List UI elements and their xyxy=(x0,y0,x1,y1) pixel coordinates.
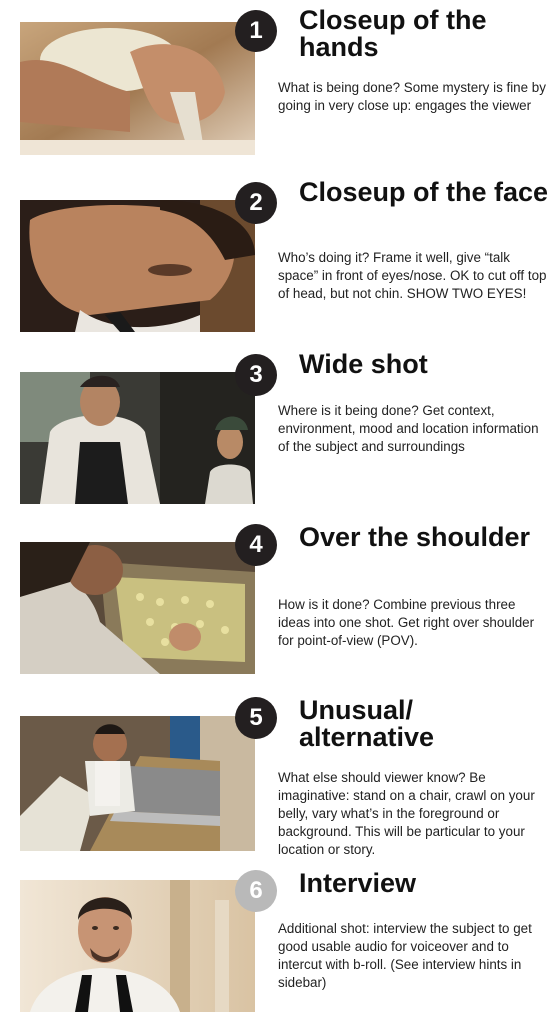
step-description: How is it done? Combine previous three i… xyxy=(278,597,535,648)
step-number-badge: 5 xyxy=(235,697,277,739)
over-shoulder-photo xyxy=(20,542,255,674)
step-description: Additional shot: interview the subject t… xyxy=(278,921,532,990)
step-title: Unusual/ alternative xyxy=(299,695,435,752)
step-title: Closeup of the face xyxy=(299,177,549,207)
hands-closeup-photo xyxy=(20,22,255,155)
step-number-badge: 2 xyxy=(235,182,277,224)
step-title: Interview xyxy=(299,868,417,898)
step-description: What is being done? Some mystery is fine… xyxy=(278,80,546,113)
step-number-badge: 4 xyxy=(235,524,277,566)
step-description: Where is it being done? Get context, env… xyxy=(278,403,539,454)
step-description: What else should viewer know? Be imagina… xyxy=(278,770,535,857)
step-number-badge: 6 xyxy=(235,870,277,912)
step-title: Closeup of the hands xyxy=(299,5,487,62)
step-number-badge: 1 xyxy=(235,10,277,52)
step-title: Over the shoulder xyxy=(299,522,531,552)
unusual-angle-photo xyxy=(20,716,255,851)
wide-shot-photo xyxy=(20,372,255,504)
step-number-badge: 3 xyxy=(235,354,277,396)
step-description: Who’s doing it? Frame it well, give “tal… xyxy=(278,250,547,301)
step-title: Wide shot xyxy=(299,349,428,379)
interview-photo xyxy=(20,880,255,1012)
face-closeup-photo xyxy=(20,200,255,332)
